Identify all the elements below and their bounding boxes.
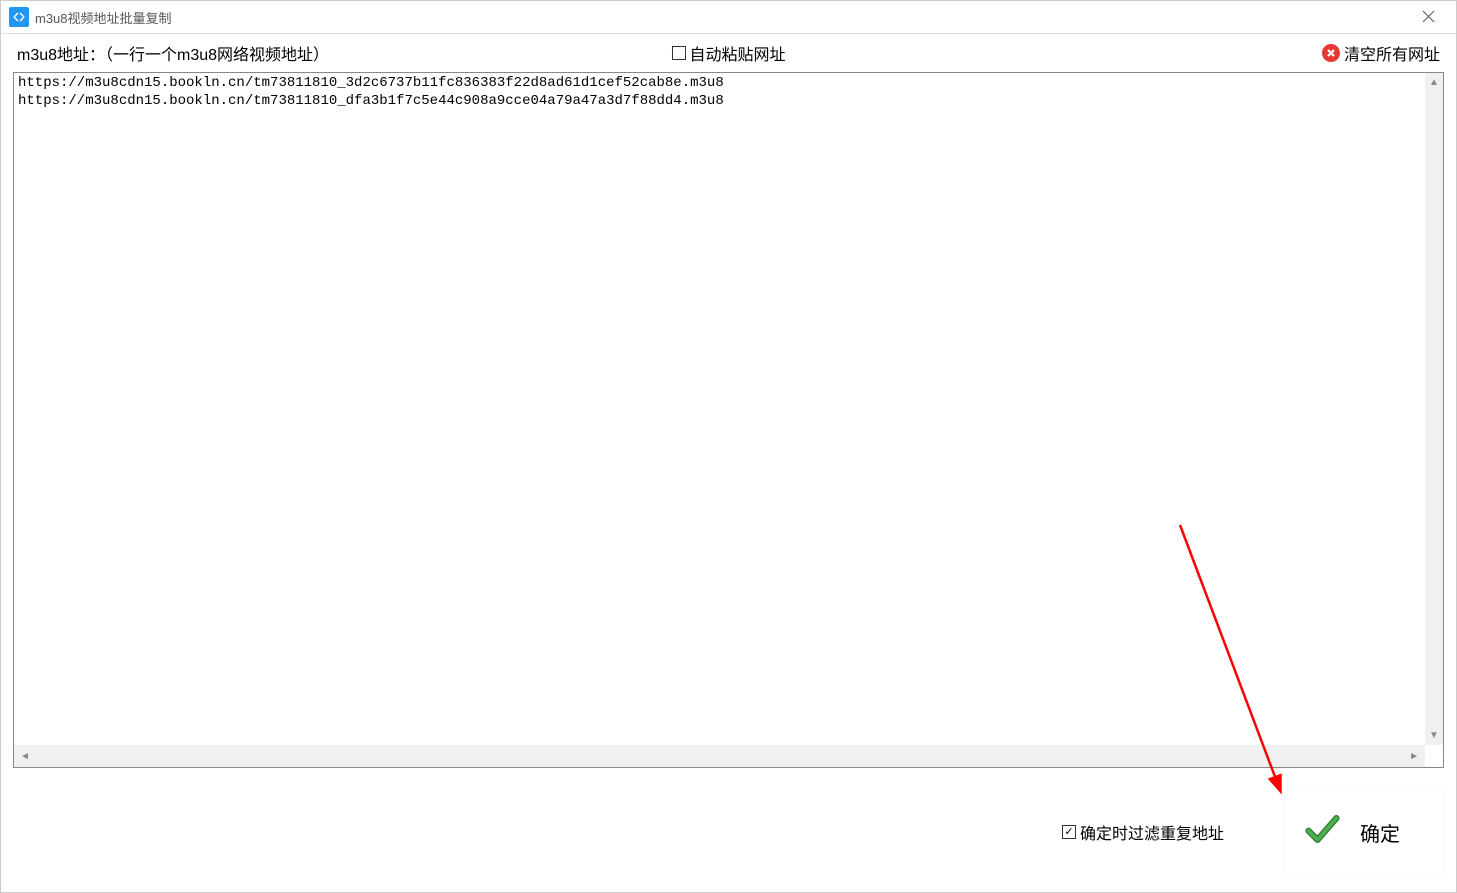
url-textarea[interactable]: https://m3u8cdn15.bookln.cn/tm73811810_3… [14,73,1443,767]
confirm-button[interactable]: 确定 [1284,791,1444,873]
confirm-label: 确定 [1360,818,1400,847]
address-label: m3u8地址：（一行一个m3u8网络视频地址） [17,41,329,65]
auto-paste-checkbox[interactable] [671,46,685,60]
auto-paste-checkbox-group[interactable]: 自动粘贴网址 [671,41,785,65]
auto-paste-label: 自动粘贴网址 [689,41,785,65]
filter-duplicates-group[interactable]: 确定时过滤重复地址 [1062,820,1224,844]
toolbar: m3u8地址：（一行一个m3u8网络视频地址） 自动粘贴网址 清空所有网址 [1,34,1456,72]
clear-all-button[interactable]: 清空所有网址 [1322,41,1440,65]
filter-duplicates-label: 确定时过滤重复地址 [1080,820,1224,844]
scroll-down-icon: ▼ [1429,730,1439,741]
titlebar: m3u8视频地址批量复制 [1,1,1456,34]
main-window: m3u8视频地址批量复制 m3u8地址：（一行一个m3u8网络视频地址） 自动粘… [0,0,1457,893]
app-icon [9,7,29,27]
content-area: https://m3u8cdn15.bookln.cn/tm73811810_3… [1,72,1456,772]
vertical-scrollbar[interactable]: ▲ ▼ [1425,73,1443,745]
horizontal-scrollbar[interactable]: ◄ ► [14,745,1425,767]
clear-all-label: 清空所有网址 [1344,41,1440,65]
close-button[interactable] [1418,6,1438,26]
bottombar: 确定时过滤重复地址 确定 [1,772,1456,892]
filter-duplicates-checkbox[interactable] [1062,825,1076,839]
window-title: m3u8视频地址批量复制 [35,8,172,27]
url-textarea-wrap: https://m3u8cdn15.bookln.cn/tm73811810_3… [13,72,1444,768]
scroll-up-icon: ▲ [1429,77,1439,88]
close-icon [1422,10,1435,23]
clear-icon [1322,44,1340,62]
scroll-right-icon: ► [1409,751,1419,762]
scroll-left-icon: ◄ [20,751,30,762]
check-icon [1304,811,1340,853]
